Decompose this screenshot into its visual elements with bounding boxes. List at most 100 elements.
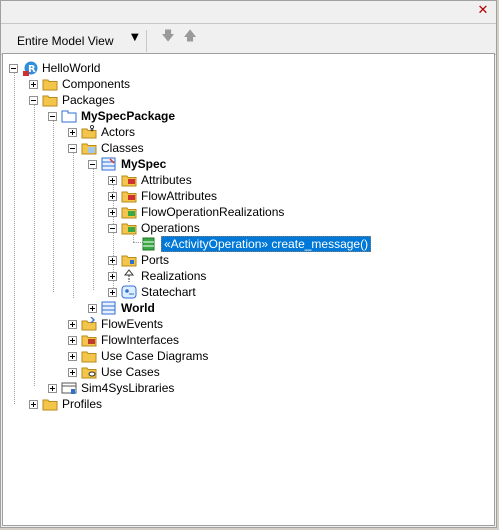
tree-node-flowinterfaces[interactable]: FlowInterfaces (68, 332, 179, 348)
expand-toggle[interactable] (48, 383, 57, 393)
tree-node-flowattributes[interactable]: FlowAttributes (108, 188, 217, 204)
model-tree[interactable]: R HelloWorld Components Packages MySpecP… (2, 53, 495, 526)
actor-folder-icon (81, 125, 97, 139)
toolbar: Entire Model View ▼ 🡇 🡅 (1, 23, 496, 55)
tree-node-classes[interactable]: Classes (68, 140, 144, 156)
library-icon (61, 381, 77, 395)
tree-node-usecasediagrams[interactable]: Use Case Diagrams (68, 348, 208, 364)
tree-node-realizations[interactable]: Realizations (108, 268, 206, 284)
tree-node-attributes[interactable]: Attributes (108, 172, 192, 188)
title-bar: ✕ (1, 1, 496, 23)
view-dropdown[interactable]: Entire Model View ▼ (1, 30, 147, 52)
attribute-folder-icon (121, 173, 137, 187)
expand-toggle[interactable] (108, 207, 117, 217)
collapse-toggle[interactable] (29, 95, 38, 105)
expand-toggle[interactable] (88, 303, 97, 313)
tree-node-label: HelloWorld (42, 61, 101, 75)
tree-node-label: Use Case Diagrams (101, 349, 209, 363)
folder-icon (42, 77, 58, 91)
tree-node-label: Realizations (141, 269, 207, 283)
tree-node-label: FlowEvents (101, 317, 164, 331)
tree-node-label: Profiles (62, 397, 103, 411)
tree-node-myspecpackage[interactable]: MySpecPackage (48, 108, 175, 124)
expand-toggle[interactable] (68, 335, 77, 345)
tree-node-components[interactable]: Components (29, 76, 130, 92)
collapse-toggle[interactable] (88, 159, 97, 169)
folder-open-icon (81, 141, 97, 155)
tree-node-profiles[interactable]: Profiles (29, 396, 102, 412)
folder-open-icon (42, 93, 58, 107)
tree-node-label: Actors (101, 125, 136, 139)
tree-line (14, 68, 15, 404)
tree-node-root[interactable]: R HelloWorld (9, 60, 100, 76)
tree-node-usecases[interactable]: Use Cases (68, 364, 160, 380)
tree-node-flowoprealizations[interactable]: FlowOperationRealizations (108, 204, 284, 220)
collapse-toggle[interactable] (9, 63, 18, 73)
tree-node-label: Attributes (141, 173, 192, 187)
expand-toggle[interactable] (108, 191, 117, 201)
tree-node-actors[interactable]: Actors (68, 124, 135, 140)
expand-toggle[interactable] (68, 127, 77, 137)
tree-node-operations[interactable]: Operations (108, 220, 200, 236)
tree-node-statechart[interactable]: Statechart (108, 284, 196, 300)
tree-line (53, 116, 54, 292)
expand-toggle[interactable] (68, 351, 77, 361)
collapse-toggle[interactable] (108, 223, 117, 233)
tree-node-label: Statechart (141, 285, 196, 299)
tree-node-label: Packages (62, 93, 115, 107)
tree-node-label: FlowInterfaces (101, 333, 180, 347)
svg-text:R: R (28, 64, 36, 75)
collapse-toggle[interactable] (48, 111, 57, 121)
class-icon (101, 157, 117, 171)
tree-node-flowevents[interactable]: FlowEvents (68, 316, 163, 332)
collapse-toggle[interactable] (68, 143, 77, 153)
tree-node-label: Classes (101, 141, 144, 155)
tree-node-myspec[interactable]: MySpec (88, 156, 166, 172)
model-browser-window: ✕ Entire Model View ▼ 🡇 🡅 R HelloWorld C… (0, 0, 497, 528)
expand-toggle[interactable] (29, 399, 38, 409)
port-folder-icon (121, 253, 137, 267)
tree-node-sim4sys[interactable]: Sim4SysLibraries (48, 380, 174, 396)
folder-icon (81, 349, 97, 363)
tree-line (34, 100, 35, 386)
close-button[interactable]: ✕ (474, 3, 492, 19)
expand-toggle[interactable] (108, 271, 117, 281)
tree-node-label: Use Cases (101, 365, 160, 379)
view-dropdown-label: Entire Model View (17, 34, 114, 48)
event-folder-icon (81, 317, 97, 331)
tree-line (93, 164, 94, 290)
usecase-folder-icon (81, 365, 97, 379)
tree-node-label: Ports (141, 253, 170, 267)
tree-node-label: Sim4SysLibraries (81, 381, 175, 395)
arrow-up-icon: 🡅 (183, 29, 197, 44)
tree-node-create-message[interactable]: «ActivityOperation» create_message() (141, 236, 372, 252)
tree-node-packages[interactable]: Packages (29, 92, 115, 108)
expand-toggle[interactable] (29, 79, 38, 89)
arrow-down-icon: 🡇 (161, 29, 175, 44)
operation-icon (141, 237, 157, 251)
move-up-button[interactable]: 🡅 (181, 28, 199, 46)
expand-toggle[interactable] (68, 367, 77, 377)
expand-toggle[interactable] (108, 287, 117, 297)
package-icon (61, 109, 77, 123)
expand-toggle[interactable] (68, 319, 77, 329)
chevron-down-icon: ▼ (131, 32, 139, 43)
close-icon: ✕ (477, 3, 489, 18)
project-icon: R (22, 61, 38, 76)
move-down-button[interactable]: 🡇 (159, 28, 177, 46)
tree-node-ports[interactable]: Ports (108, 252, 169, 268)
flow-operation-folder-icon (121, 205, 137, 219)
class-icon (101, 301, 117, 315)
tree-node-label-selected: «ActivityOperation» create_message() (161, 236, 372, 252)
expand-toggle[interactable] (108, 175, 117, 185)
statechart-icon (121, 285, 137, 299)
realization-icon (121, 269, 137, 283)
tree-node-label: MySpec (121, 157, 167, 171)
interface-folder-icon (81, 333, 97, 347)
expand-toggle[interactable] (108, 255, 117, 265)
tree-node-label: FlowOperationRealizations (141, 205, 285, 219)
operation-folder-icon (121, 221, 137, 235)
tree-node-label: MySpecPackage (81, 109, 176, 123)
tree-node-world[interactable]: World (88, 300, 155, 316)
tree-node-label: FlowAttributes (141, 189, 218, 203)
